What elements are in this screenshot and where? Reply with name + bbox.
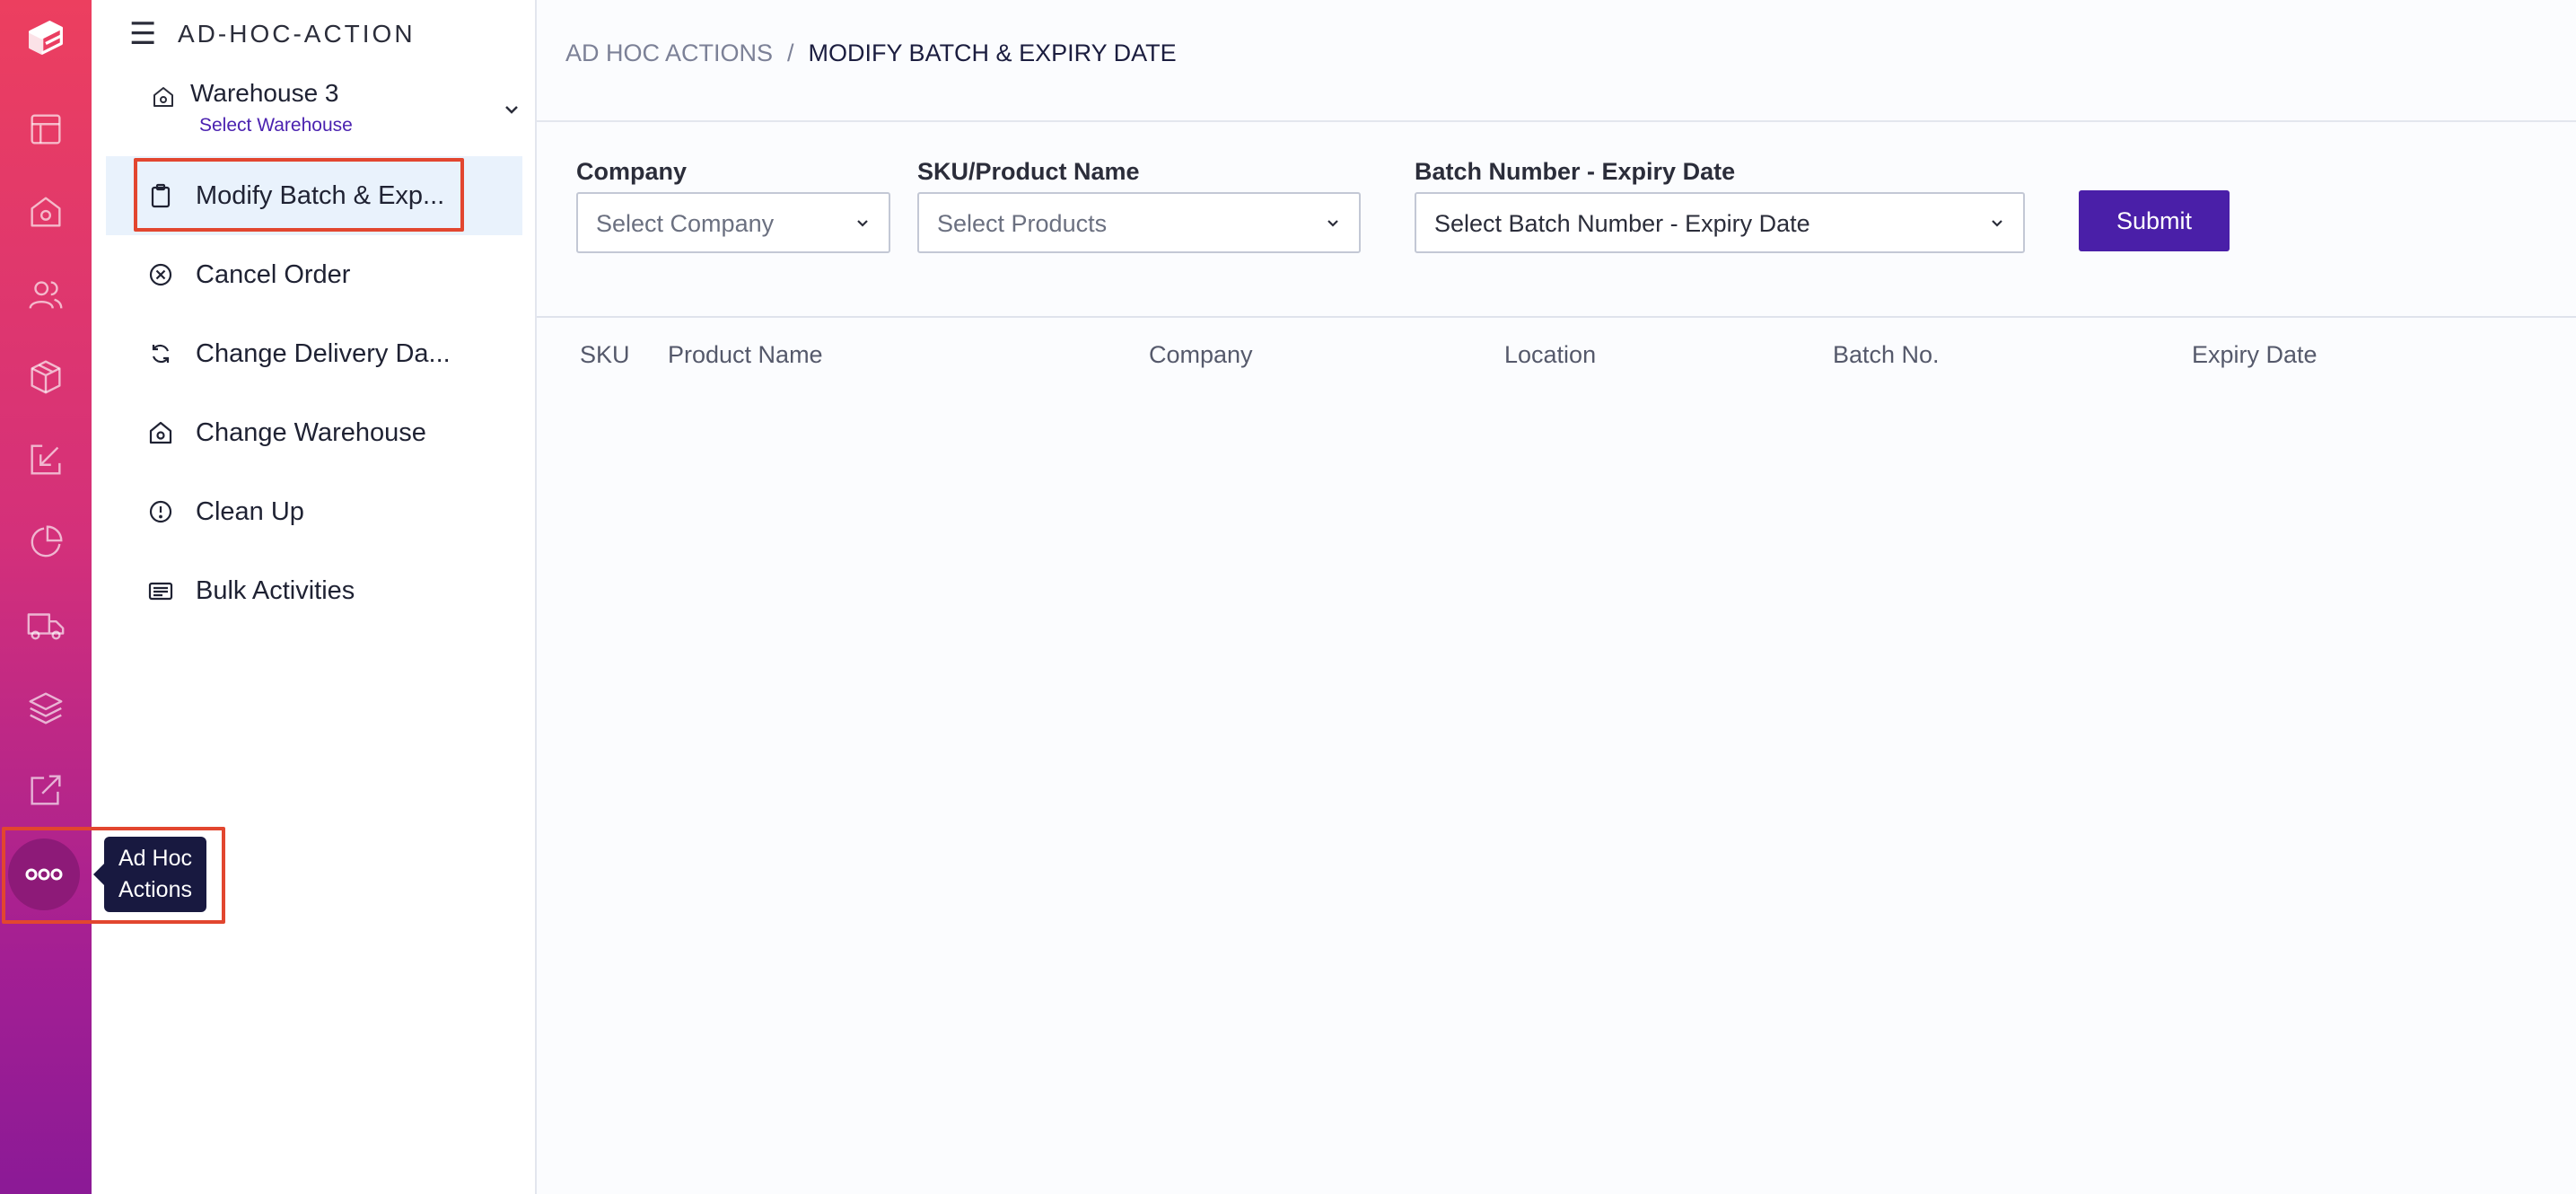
sidebar-title: AD-HOC-ACTION xyxy=(178,20,416,48)
external-link-icon[interactable] xyxy=(0,754,92,826)
users-icon[interactable] xyxy=(0,259,92,330)
sidebar-item-change-warehouse[interactable]: Change Warehouse xyxy=(106,393,522,472)
filter-bar: Company Select Company SKU/Product Name … xyxy=(537,122,2576,318)
batch-select-placeholder: Select Batch Number - Expiry Date xyxy=(1434,210,1810,237)
product-label: SKU/Product Name xyxy=(917,158,1140,185)
column-header-location[interactable]: Location xyxy=(1504,341,1596,369)
logo-icon[interactable] xyxy=(0,2,92,74)
list-card-icon xyxy=(148,582,173,601)
reports-icon[interactable] xyxy=(0,506,92,578)
warehouse-icon xyxy=(149,421,172,444)
sidebar-item-label: Bulk Activities xyxy=(196,575,355,605)
warehouse-name: Warehouse 3 xyxy=(190,79,339,107)
product-select[interactable]: Select Products xyxy=(917,192,1361,253)
batch-select[interactable]: Select Batch Number - Expiry Date xyxy=(1415,192,2025,253)
sidebar-item-label: Modify Batch & Exp... xyxy=(196,180,445,210)
app-rail xyxy=(0,0,92,1194)
submit-button[interactable]: Submit xyxy=(2079,190,2230,251)
table-header: SKU Product Name Company Location Batch … xyxy=(537,341,2576,377)
sidebar-item-change-delivery-date[interactable]: Change Delivery Da... xyxy=(106,314,522,393)
chevron-down-icon xyxy=(505,106,518,114)
breadcrumb-separator: / xyxy=(787,40,794,66)
sidebar-item-bulk-activities[interactable]: Bulk Activities xyxy=(106,551,522,630)
layers-icon[interactable] xyxy=(0,672,92,743)
company-select[interactable]: Select Company xyxy=(576,192,890,253)
top-bar: AD HOC ACTIONS / MODIFY BATCH & EXPIRY D… xyxy=(537,0,2576,122)
clipboard-icon xyxy=(151,183,171,208)
chevron-down-icon xyxy=(1992,220,2002,227)
company-label: Company xyxy=(576,158,688,185)
warehouse-sublabel: Select Warehouse xyxy=(199,115,353,136)
more-dots-icon[interactable] xyxy=(8,838,80,910)
sidebar-item-label: Cancel Order xyxy=(196,259,351,289)
package-icon[interactable] xyxy=(0,341,92,413)
breadcrumb: AD HOC ACTIONS / MODIFY BATCH & EXPIRY D… xyxy=(565,40,1177,67)
alert-circle-icon xyxy=(149,500,172,523)
sidebar-item-label: Change Delivery Da... xyxy=(196,338,451,368)
sidebar-item-cancel-order[interactable]: Cancel Order xyxy=(106,235,522,314)
column-header-company[interactable]: Company xyxy=(1149,341,1253,369)
batch-label: Batch Number - Expiry Date xyxy=(1415,158,1736,185)
hamburger-menu-icon[interactable]: ☰ xyxy=(129,16,165,52)
column-header-product-name[interactable]: Product Name xyxy=(668,341,823,369)
breadcrumb-parent-link[interactable]: AD HOC ACTIONS xyxy=(565,40,773,67)
sidebar-item-label: Clean Up xyxy=(196,496,304,526)
main-content: AD HOC ACTIONS / MODIFY BATCH & EXPIRY D… xyxy=(537,0,2576,1194)
warehouse-icon[interactable] xyxy=(0,176,92,248)
secondary-sidebar: ☰ AD-HOC-ACTION Warehouse 3 Select Wareh… xyxy=(92,0,537,1194)
breadcrumb-current: MODIFY BATCH & EXPIRY DATE xyxy=(808,40,1177,66)
warehouse-icon xyxy=(153,87,173,107)
chevron-down-icon xyxy=(857,220,868,227)
refresh-icon xyxy=(152,344,170,364)
chevron-down-icon xyxy=(1327,220,1338,227)
cancel-circle-icon xyxy=(149,263,172,286)
product-select-placeholder: Select Products xyxy=(937,210,1108,237)
sidebar-header: ☰ AD-HOC-ACTION xyxy=(129,16,416,52)
company-select-placeholder: Select Company xyxy=(596,210,775,237)
warehouse-selector[interactable]: Warehouse 3 Select Warehouse xyxy=(145,77,522,142)
column-header-expiry-date[interactable]: Expiry Date xyxy=(2192,341,2318,369)
column-header-batch-no[interactable]: Batch No. xyxy=(1833,341,1940,369)
sidebar-item-modify-batch[interactable]: Modify Batch & Exp... xyxy=(106,156,522,235)
sidebar-item-clean-up[interactable]: Clean Up xyxy=(106,472,522,551)
inbound-icon[interactable] xyxy=(0,424,92,496)
sidebar-item-label: Change Warehouse xyxy=(196,417,426,447)
dashboard-icon[interactable] xyxy=(0,93,92,165)
column-header-sku[interactable]: SKU xyxy=(580,341,630,369)
truck-icon[interactable] xyxy=(0,589,92,661)
tooltip-ad-hoc-actions: Ad Hoc Actions xyxy=(93,837,206,912)
